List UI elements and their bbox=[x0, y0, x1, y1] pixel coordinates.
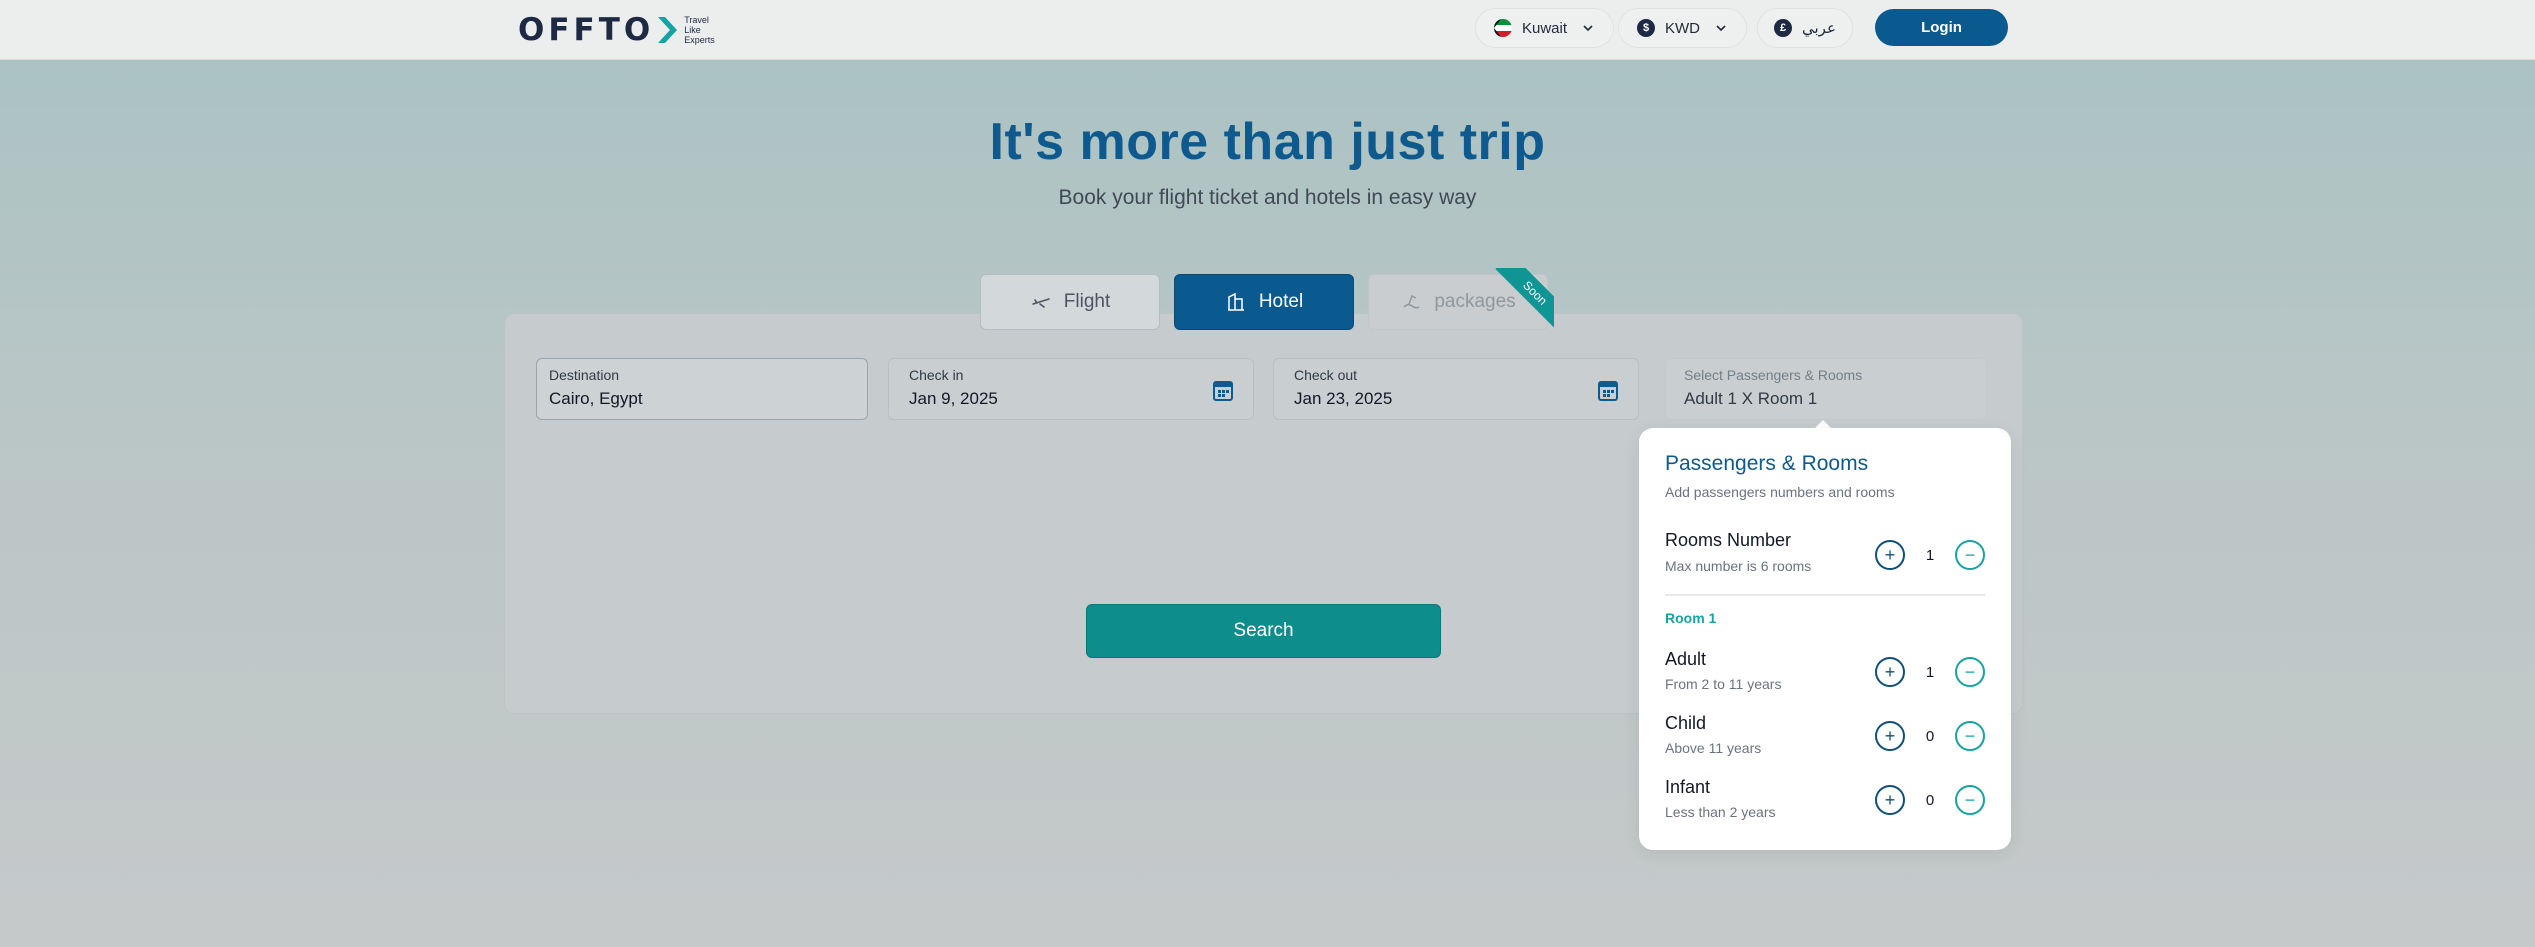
currency-icon: $ bbox=[1637, 19, 1655, 37]
passengers-rooms-value: Adult 1 X Room 1 bbox=[1684, 389, 1818, 408]
login-button[interactable]: Login bbox=[1875, 9, 2008, 46]
child-title: Child bbox=[1665, 713, 1707, 733]
rooms-minus-button[interactable]: − bbox=[1955, 540, 1985, 570]
plane-icon bbox=[1031, 298, 1050, 308]
building-icon bbox=[1227, 292, 1244, 311]
country-selector[interactable]: Kuwait bbox=[1475, 8, 1615, 48]
adult-minus-button[interactable]: − bbox=[1955, 657, 1985, 687]
package-icon bbox=[1403, 294, 1420, 309]
currency-label: KWD bbox=[1665, 19, 1700, 37]
rooms-count: 1 bbox=[1925, 547, 1935, 564]
divider bbox=[1665, 594, 1985, 596]
tab-flight[interactable]: Flight bbox=[980, 274, 1160, 330]
infant-plus-button[interactable]: + bbox=[1875, 785, 1905, 815]
destination-label: Destination bbox=[549, 367, 620, 383]
tab-hotel[interactable]: Hotel bbox=[1174, 274, 1354, 330]
logo-arrow-icon bbox=[658, 17, 678, 43]
rooms-plus-button[interactable]: + bbox=[1875, 540, 1905, 570]
child-count: 0 bbox=[1925, 728, 1935, 745]
passengers-rooms-popup: Passengers & Rooms Add passengers number… bbox=[1639, 428, 2011, 850]
infant-count: 0 bbox=[1925, 792, 1935, 809]
currency-selector[interactable]: $ KWD bbox=[1618, 8, 1747, 48]
popup-subtitle: Add passengers numbers and rooms bbox=[1665, 484, 1895, 500]
search-button[interactable]: Search bbox=[1086, 604, 1441, 658]
popup-title: Passengers & Rooms bbox=[1665, 452, 1869, 475]
passengers-rooms-label: Select Passengers & Rooms bbox=[1684, 367, 1863, 383]
calendar-icon[interactable] bbox=[1598, 379, 1618, 401]
infant-minus-button[interactable]: − bbox=[1955, 785, 1985, 815]
language-icon: £ bbox=[1774, 19, 1792, 37]
chevron-down-icon bbox=[1583, 25, 1593, 32]
soon-badge-label: Soon bbox=[1495, 268, 1554, 330]
top-nav: OFFTO Travel Like Experts Kuwait $ KWD £… bbox=[0, 0, 2535, 60]
checkout-label: Check out bbox=[1294, 367, 1358, 383]
checkin-field[interactable]: Check in Jan 9, 2025 bbox=[888, 358, 1254, 420]
destination-field[interactable]: Destination Cairo, Egypt bbox=[536, 358, 868, 420]
language-label: عربي bbox=[1802, 20, 1836, 37]
infant-sub: Less than 2 years bbox=[1665, 804, 1776, 820]
child-minus-button[interactable]: − bbox=[1955, 721, 1985, 751]
adult-count: 1 bbox=[1925, 664, 1935, 681]
hero-title: It's more than just trip bbox=[989, 113, 1546, 171]
rooms-number-sub: Max number is 6 rooms bbox=[1665, 558, 1812, 574]
language-switch[interactable]: £ عربي bbox=[1757, 8, 1853, 48]
destination-value: Cairo, Egypt bbox=[549, 389, 643, 408]
calendar-icon[interactable] bbox=[1213, 379, 1233, 401]
tab-hotel-label: Hotel bbox=[1258, 291, 1304, 312]
chevron-down-icon bbox=[1716, 25, 1726, 32]
adult-plus-button[interactable]: + bbox=[1875, 657, 1905, 687]
logo-tagline: Travel Like Experts bbox=[684, 15, 715, 45]
kuwait-flag-icon bbox=[1494, 19, 1512, 37]
checkin-label: Check in bbox=[909, 367, 964, 383]
checkout-field[interactable]: Check out Jan 23, 2025 bbox=[1273, 358, 1639, 420]
hero-subtitle: Book your flight ticket and hotels in ea… bbox=[1058, 186, 1477, 209]
tab-flight-label: Flight bbox=[1063, 291, 1111, 312]
country-label: Kuwait bbox=[1522, 19, 1568, 37]
infant-title: Infant bbox=[1665, 777, 1711, 797]
room-1-label: Room 1 bbox=[1665, 610, 1717, 626]
child-sub: Above 11 years bbox=[1665, 740, 1762, 756]
checkin-value: Jan 9, 2025 bbox=[909, 389, 998, 408]
logo-wordmark: OFFTO bbox=[518, 12, 655, 48]
adult-sub: From 2 to 11 years bbox=[1665, 676, 1782, 692]
soon-badge: Soon bbox=[1492, 268, 1554, 330]
checkout-value: Jan 23, 2025 bbox=[1294, 389, 1393, 408]
passengers-rooms-field[interactable]: Select Passengers & Rooms Adult 1 X Room… bbox=[1665, 358, 1987, 420]
adult-title: Adult bbox=[1665, 649, 1707, 669]
rooms-number-title: Rooms Number bbox=[1665, 530, 1792, 550]
child-plus-button[interactable]: + bbox=[1875, 721, 1905, 751]
offto-logo[interactable]: OFFTO Travel Like Experts bbox=[518, 10, 715, 50]
